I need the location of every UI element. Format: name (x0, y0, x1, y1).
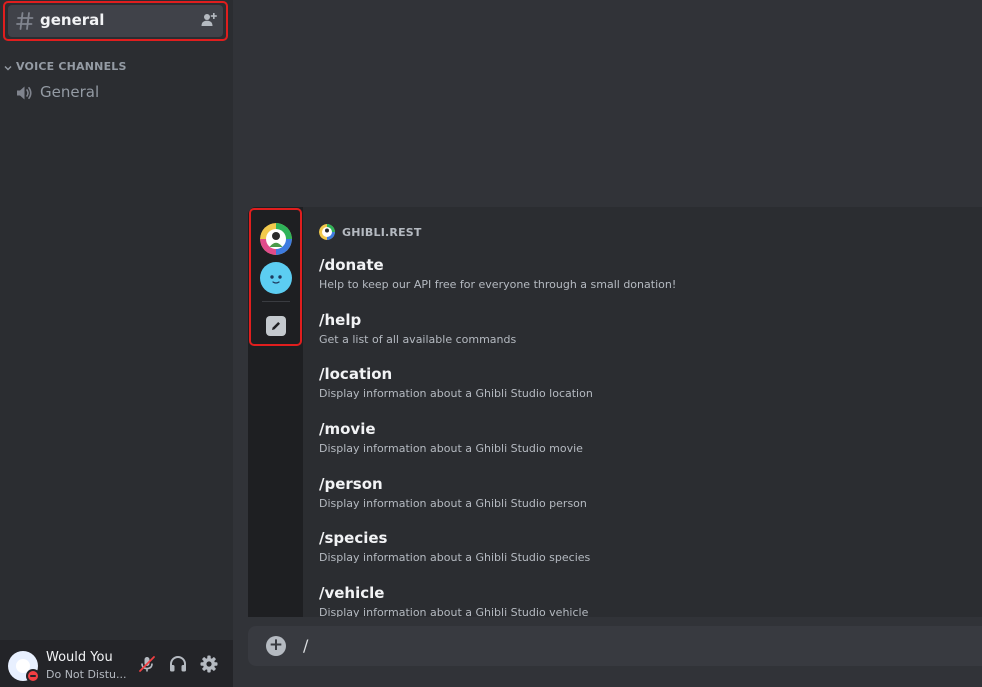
command-description: Display information about a Ghibli Studi… (319, 497, 587, 510)
command-description: Display information about a Ghibli Studi… (319, 442, 583, 455)
command-name: /vehicle (319, 584, 385, 602)
command-name: /location (319, 365, 393, 383)
message-composer: + / (248, 626, 982, 666)
command-description: Display information about a Ghibli Studi… (319, 606, 589, 617)
command-item[interactable]: /movie Display information about a Ghibl… (319, 420, 959, 456)
dnd-status-icon (26, 669, 40, 683)
add-attachment-button[interactable]: + (266, 636, 286, 656)
command-name: /movie (319, 420, 376, 438)
user-name: Would You (46, 650, 113, 665)
command-name: /help (319, 311, 362, 329)
command-item[interactable]: /species Display information about a Ghi… (319, 529, 959, 565)
command-item[interactable]: /help Get a list of all available comman… (319, 311, 959, 347)
command-item[interactable]: /donate Help to keep our API free for ev… (319, 256, 959, 292)
command-name: /donate (319, 256, 384, 274)
command-description: Get a list of all available commands (319, 333, 517, 346)
command-item[interactable]: /location Display information about a Gh… (319, 365, 959, 401)
ghibli-app-icon[interactable] (260, 223, 292, 255)
chevron-down-icon (4, 57, 12, 76)
command-description: Display information about a Ghibli Studi… (319, 387, 593, 400)
voice-channel-label: General (40, 83, 100, 101)
pencil-icon[interactable] (266, 316, 286, 336)
command-name: /species (319, 529, 388, 547)
user-status: Do Not Distu... (46, 668, 127, 681)
command-autocomplete: GHIBLI.REST /donate Help to keep our API… (248, 207, 982, 617)
command-description: Display information about a Ghibli Studi… (319, 551, 591, 564)
ghibli-small-icon (319, 224, 335, 240)
mute-icon[interactable] (137, 654, 157, 674)
app-rail (248, 207, 303, 617)
command-item[interactable]: /person Display information about a Ghib… (319, 475, 959, 511)
speaker-icon (15, 84, 33, 106)
voice-category-header[interactable]: VOICE CHANNELS (4, 57, 127, 76)
add-user-icon[interactable] (201, 12, 217, 32)
app-section-header: GHIBLI.REST (319, 224, 422, 240)
section-title: GHIBLI.REST (342, 225, 422, 239)
user-panel: Would You Do Not Distu... (0, 640, 233, 687)
rail-divider (262, 301, 290, 302)
command-item[interactable]: /vehicle Display information about a Ghi… (319, 584, 959, 617)
channel-item-general[interactable]: general (8, 5, 223, 37)
voice-channel-general[interactable]: General (8, 81, 223, 105)
gear-icon[interactable] (199, 654, 219, 674)
command-name: /person (319, 475, 383, 493)
message-input[interactable]: / (303, 636, 308, 655)
channel-name: general (40, 11, 105, 29)
bot-app-icon[interactable] (260, 262, 292, 294)
category-label: VOICE CHANNELS (16, 60, 127, 73)
command-description: Help to keep our API free for everyone t… (319, 278, 677, 291)
hash-icon (15, 9, 35, 37)
headphones-icon[interactable] (168, 654, 188, 674)
plus-icon: + (268, 635, 284, 655)
channel-sidebar: general VOICE CHANNELS General Would You… (0, 0, 233, 687)
